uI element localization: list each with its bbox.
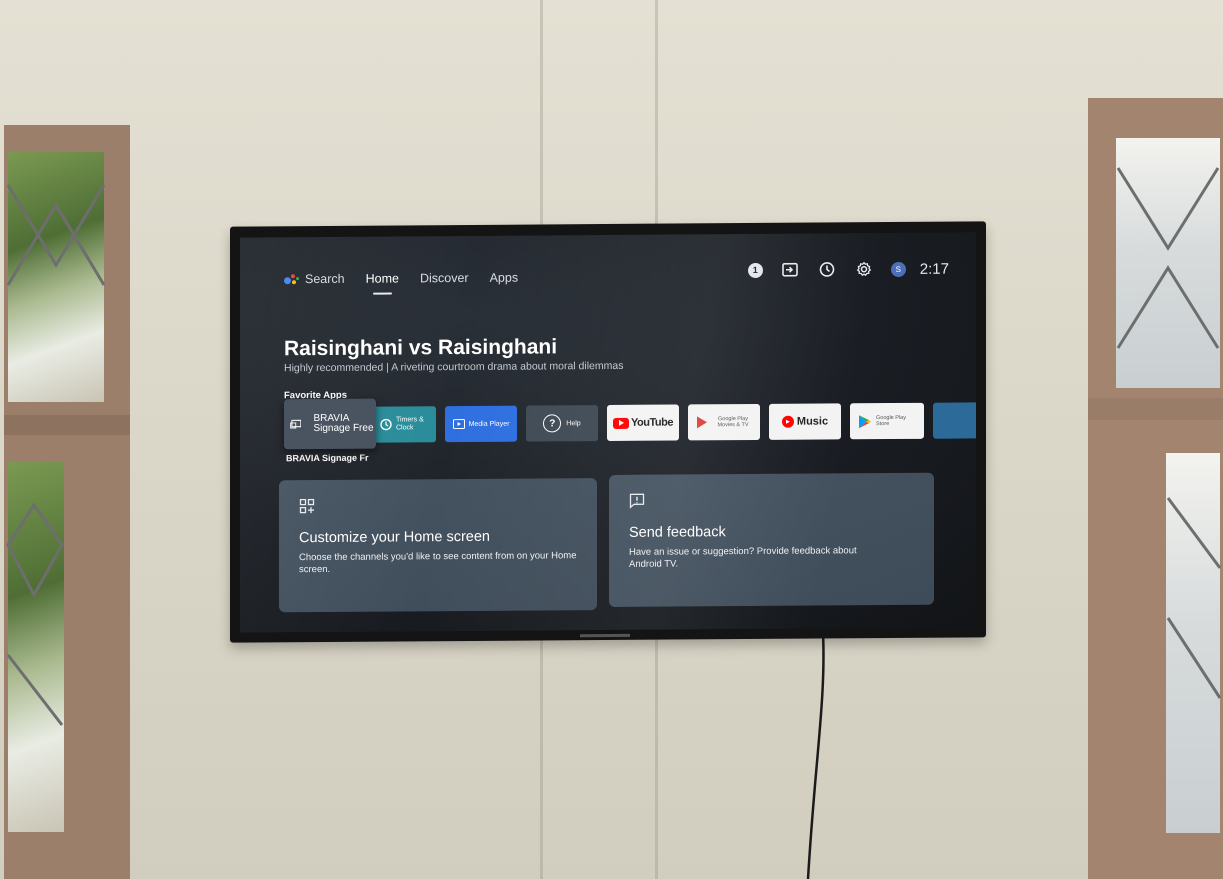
app-tile-media-player[interactable]: Media Player xyxy=(445,405,517,443)
profile-avatar[interactable]: S xyxy=(890,261,906,277)
help-icon: ? xyxy=(543,414,562,433)
top-navigation: Search Home Discover Apps xyxy=(284,265,539,291)
app-tile-label: Google Play Store xyxy=(876,414,906,428)
settings-icon[interactable] xyxy=(854,259,874,279)
focused-app-caption: BRAVIA Signage Fr xyxy=(286,452,369,464)
app-tile-label: Timers & Clock xyxy=(396,416,424,432)
feedback-card-body: Have an issue or suggestion? Provide fee… xyxy=(629,545,857,570)
customize-card-body: Choose the channels you'd like to see co… xyxy=(299,550,577,576)
customize-card-title: Customize your Home screen xyxy=(299,528,490,547)
music-icon xyxy=(781,415,794,428)
send-feedback-card[interactable]: Send feedback Have an issue or suggestio… xyxy=(609,472,934,607)
tab-discover[interactable]: Discover xyxy=(420,267,469,289)
timer-icon[interactable] xyxy=(817,259,837,279)
android-tv-home-screen: Search Home Discover Apps 1 S 2:17 Raisi… xyxy=(240,232,976,633)
television: Search Home Discover Apps 1 S 2:17 Raisi… xyxy=(230,221,986,643)
status-bar: 1 S 2:17 xyxy=(747,259,949,280)
app-tile-bravia-signage-free[interactable]: BRAVIA Signage Free xyxy=(284,398,376,450)
app-tile-help[interactable]: ? Help xyxy=(526,405,598,442)
app-tile-label: YouTube xyxy=(631,416,673,429)
play-store-icon xyxy=(859,414,871,428)
youtube-play-icon xyxy=(613,417,630,429)
search-tab[interactable]: Search xyxy=(305,268,345,290)
app-tile-google-play-movies[interactable]: Google Play Movies & TV xyxy=(688,403,760,441)
feedback-card-title: Send feedback xyxy=(629,524,726,541)
app-tile-label: Media Player xyxy=(468,420,510,428)
featured-subtitle: Highly recommended | A riveting courtroo… xyxy=(284,359,624,375)
app-tile-youtube[interactable]: YouTube xyxy=(607,404,679,442)
customize-home-card[interactable]: Customize your Home screen Choose the ch… xyxy=(279,478,597,613)
tab-apps[interactable]: Apps xyxy=(490,267,519,289)
app-tile-google-play-store[interactable]: Google Play Store xyxy=(850,402,924,440)
tab-home[interactable]: Home xyxy=(366,267,399,289)
customize-grid-icon xyxy=(299,498,315,514)
notification-badge[interactable]: 1 xyxy=(747,262,763,278)
media-player-icon xyxy=(452,419,465,430)
clock-icon xyxy=(380,418,392,431)
play-movies-icon xyxy=(697,416,707,429)
input-icon[interactable] xyxy=(780,260,800,280)
clock-time: 2:17 xyxy=(919,260,949,278)
app-tile-timers-clock[interactable]: Timers & Clock xyxy=(368,406,436,443)
feedback-icon xyxy=(629,493,645,509)
app-tile-youtube-music[interactable]: Music xyxy=(769,403,841,440)
app-tile-label: Music xyxy=(796,415,829,428)
app-tile-label: Help xyxy=(566,419,581,427)
cast-screen-icon xyxy=(290,419,302,429)
app-tile-label: Google Play Movies & TV xyxy=(717,415,749,429)
featured-title: Raisinghani vs Raisinghani xyxy=(284,335,558,361)
app-tile-label: BRAVIA Signage Free xyxy=(313,412,374,435)
tv-brand-strip xyxy=(580,633,630,638)
app-tile-partial[interactable] xyxy=(933,402,976,439)
google-assistant-icon[interactable] xyxy=(284,272,300,286)
